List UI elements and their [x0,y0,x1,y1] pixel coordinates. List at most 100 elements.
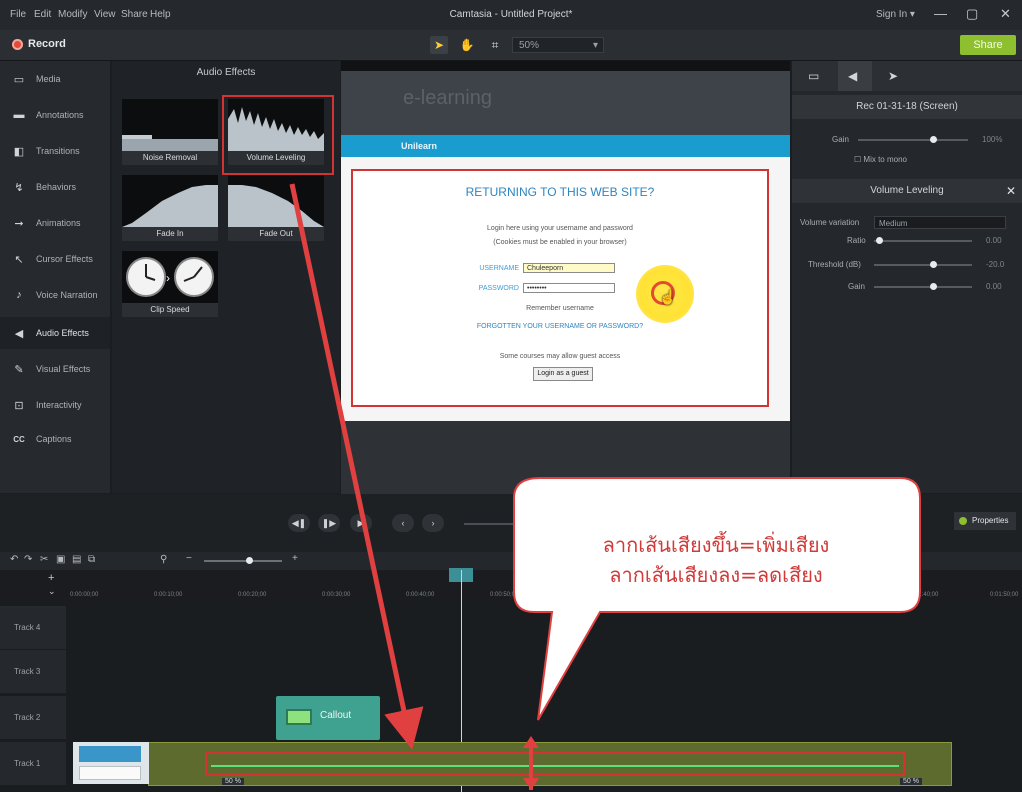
zoom-icon[interactable]: ⚲ [160,554,167,565]
previous-marker-icon[interactable]: ‹ [392,514,414,532]
visual-properties-icon[interactable]: ▭ [808,69,819,83]
animations-icon: ➞ [14,217,24,230]
ruler-tick: 0:01:00;00 [574,592,603,598]
chevron-down-icon: ▾ [592,40,598,51]
restore-icon[interactable]: ▢ [966,6,978,22]
effect-fade-out[interactable]: Fade Out [228,175,324,241]
zoom-in-icon[interactable]: + [292,553,298,564]
guest-login-button[interactable]: Login as a guest [533,367,593,381]
canvas-preview[interactable]: e-learning Unilearn RETURNING TO THIS WE… [341,61,790,507]
gain-slider-handle[interactable] [930,136,937,143]
zoom-select[interactable]: 50% ▾ [512,37,604,53]
ruler-tick: 0:00:00;00 [70,592,99,598]
next-marker-icon[interactable]: › [422,514,444,532]
sidebar-item-animations[interactable]: ➞ Animations [0,207,110,239]
step-forward-icon[interactable]: ❚▶ [318,514,340,532]
password-field[interactable]: •••••••• [523,283,615,293]
timeline-zoom-handle[interactable] [246,557,253,564]
track-label-2[interactable]: Track 2 [0,696,66,740]
remove-effect-icon[interactable]: ✕ [1006,179,1016,203]
minimize-icon[interactable]: — [934,6,947,21]
transitions-icon: ◧ [13,145,25,158]
effect-clip-speed[interactable]: › Clip Speed [122,251,218,317]
callout-clip-label: Callout [320,710,352,721]
zoom-out-icon[interactable]: − [186,553,192,564]
mix-to-mono[interactable]: ☐ Mix to mono [854,155,907,164]
sidebar-item-annotations[interactable]: ▬ Annotations [0,99,110,131]
sidebar-item-label: Audio Effects [36,328,89,338]
timeline-zoom-slider[interactable] [204,560,282,562]
sidebar-item-label: Annotations [36,110,84,120]
sidebar-item-audio-effects[interactable]: ◀ Audio Effects [0,317,110,349]
copy-icon[interactable]: ▣ [56,554,65,565]
callout-clip[interactable]: Callout [276,696,380,740]
remember-username[interactable]: Remember username [353,305,767,312]
effect-noise-removal[interactable]: Noise Removal [122,99,218,165]
gain-slider[interactable] [858,139,968,141]
threshold-slider-handle[interactable] [930,261,937,268]
username-field[interactable]: Chuleeporn [523,263,615,273]
sidebar-item-label: Captions [36,434,72,444]
gain-value: 100% [982,135,1003,144]
crop-icon[interactable]: ⌗ [486,36,504,54]
play-icon[interactable]: ▶ [350,514,372,532]
sidebar-item-visual-effects[interactable]: ✎ Visual Effects [0,353,110,385]
volume-tag-left: 50 % [222,778,244,785]
volume-variation-select[interactable]: Medium [874,216,1006,229]
sidebar-item-media[interactable]: ▭ Media [0,63,110,95]
step-back-icon[interactable]: ◀❚ [288,514,310,532]
track-label-1[interactable]: Track 1 [0,742,66,786]
site-name: Unilearn [401,141,438,151]
add-track-icon[interactable]: + [48,572,54,584]
app-title: Camtasia - Untitled Project* [449,9,573,20]
volume-leveling-header: Volume Leveling [792,179,1022,203]
volume-envelope[interactable] [211,765,899,767]
sidebar-item-interactivity[interactable]: ⊡ Interactivity [0,389,110,421]
leveling-gain-slider[interactable] [874,286,972,288]
username-label: USERNAME [479,265,519,272]
record-button[interactable]: Record [12,38,66,50]
split-icon[interactable]: ⧉ [88,554,95,565]
effect-fade-in[interactable]: Fade In [122,175,218,241]
cursor-properties-icon[interactable]: ➤ [888,69,898,83]
threshold-slider[interactable] [874,264,972,266]
callout-line-2: ลากเส้นเสียงลง=ลดเสียง [609,563,823,587]
audio-volume-line[interactable] [205,752,905,776]
leveling-gain-slider-handle[interactable] [930,283,937,290]
pan-hand-icon[interactable]: ✋ [458,36,476,54]
login-box: RETURNING TO THIS WEB SITE? Login here u… [351,169,769,407]
sign-in-menu[interactable]: Sign In ▾ [876,9,915,20]
properties-tabs: ▭ ◀ ➤ [792,61,1022,91]
sidebar-item-captions[interactable]: CC Captions [0,423,110,455]
track-label-3[interactable]: Track 3 [0,650,66,694]
sidebar-item-voice-narration[interactable]: ♪ Voice Narration [0,279,110,311]
sidebar-item-cursor-effects[interactable]: ↖ Cursor Effects [0,243,110,275]
sidebar-item-behaviors[interactable]: ↯ Behaviors [0,171,110,203]
ratio-slider-handle[interactable] [876,237,883,244]
threshold-value: -20.0 [986,260,1005,269]
clip-thumbnail[interactable] [73,742,149,784]
sidebar-item-transitions[interactable]: ◧ Transitions [0,135,110,167]
ruler-tick: 0:00:40;00 [406,592,435,598]
audio-properties-icon[interactable]: ◀ [848,69,857,83]
redo-icon[interactable]: ↷ [24,554,32,565]
collapse-tracks-icon[interactable]: ⌄ [48,586,56,597]
effect-label: Fade In [122,227,218,241]
cut-icon[interactable]: ✂ [40,554,48,565]
paste-icon[interactable]: ▤ [72,554,81,565]
forgot-link[interactable]: FORGOTTEN YOUR USERNAME OR PASSWORD? [353,323,767,330]
scrubber[interactable] [464,523,524,525]
selected-effect-highlight [222,95,334,175]
track-label-4[interactable]: Track 4 [0,606,66,650]
share-button[interactable]: Share [960,35,1016,55]
select-arrow-icon[interactable]: ➤ [430,36,448,54]
undo-icon[interactable]: ↶ [10,554,18,565]
callout-text: ลากเส้นเสียงขึ้น=เพิ่มเสียง ลากเส้นเสียง… [520,530,912,590]
effect-label: Fade Out [228,227,324,241]
record-toolbar: Record ➤ ✋ ⌗ 50% ▾ Share [0,30,1022,61]
properties-button[interactable]: Properties [954,512,1016,530]
ratio-slider[interactable] [874,240,972,242]
close-icon[interactable]: ✕ [1000,6,1011,22]
cookies-note: (Cookies must be enabled in your browser… [493,239,627,246]
record-dot-icon [12,38,23,50]
